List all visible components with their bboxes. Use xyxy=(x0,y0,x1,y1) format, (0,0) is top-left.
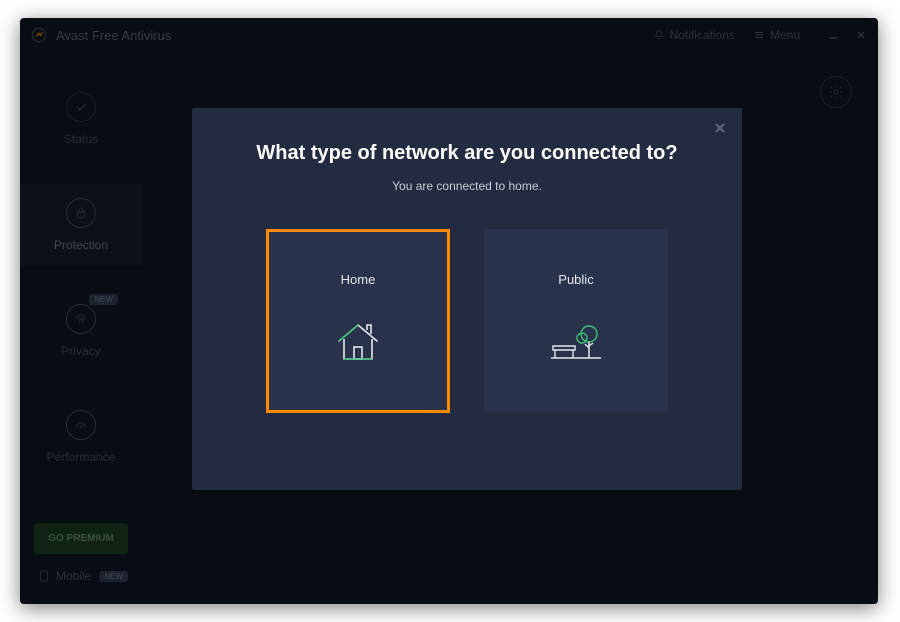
network-type-dialog: What type of network are you connected t… xyxy=(192,108,742,490)
network-options: Home Public xyxy=(266,229,668,413)
dialog-title: What type of network are you connected t… xyxy=(256,142,677,165)
option-label: Home xyxy=(341,272,376,287)
close-icon xyxy=(714,122,726,134)
park-icon xyxy=(547,313,605,371)
option-label: Public xyxy=(558,272,593,287)
home-icon xyxy=(329,313,387,371)
network-option-public[interactable]: Public xyxy=(484,229,668,413)
network-option-home[interactable]: Home xyxy=(266,229,450,413)
dialog-subtitle: You are connected to home. xyxy=(392,179,542,193)
app-window: Avast Free Antivirus Notifications Menu xyxy=(20,18,878,604)
dialog-close-button[interactable] xyxy=(714,122,726,134)
